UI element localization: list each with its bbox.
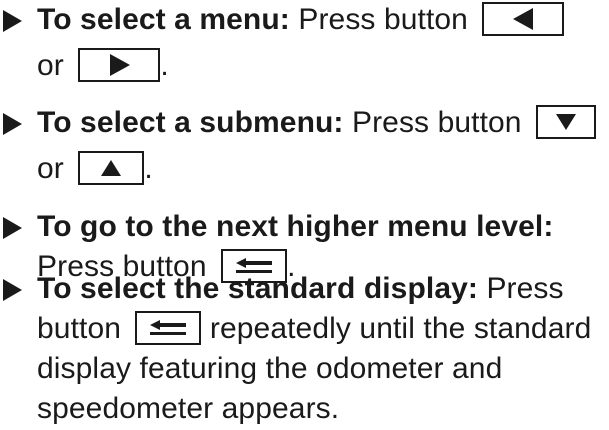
instruction-heading: To select a menu: bbox=[37, 3, 290, 36]
instruction-suffix: . bbox=[160, 49, 169, 82]
back-button bbox=[135, 311, 202, 345]
instruction-text: speedometer appears. bbox=[37, 392, 340, 425]
instruction-connector: or bbox=[37, 152, 64, 185]
instruction-text: button bbox=[37, 312, 122, 345]
right-arrow-button bbox=[78, 48, 161, 82]
instruction-connector: or bbox=[37, 49, 64, 82]
up-arrow-icon bbox=[101, 160, 122, 176]
instruction-text: Press bbox=[486, 272, 564, 305]
left-arrow-icon bbox=[513, 8, 534, 30]
instruction-page: To select a menu: Press button or . To s… bbox=[0, 0, 609, 430]
right-arrow-icon bbox=[110, 54, 131, 76]
triangle-bullet-icon bbox=[3, 279, 22, 301]
instruction-text: display featuring the odometer and bbox=[37, 352, 503, 385]
instruction-heading: To select the standard display: bbox=[37, 272, 478, 305]
triangle-bullet-icon bbox=[3, 10, 22, 32]
instruction-suffix: . bbox=[144, 152, 153, 185]
instruction-heading: To go to the next higher menu level: bbox=[37, 210, 554, 243]
back-icon bbox=[150, 320, 187, 335]
triangle-bullet-icon bbox=[3, 113, 22, 135]
triangle-bullet-icon bbox=[3, 217, 22, 239]
instruction-heading: To select a submenu: bbox=[37, 106, 344, 139]
left-arrow-button bbox=[482, 2, 565, 36]
down-arrow-button bbox=[536, 105, 597, 139]
instruction-text: Press button bbox=[351, 106, 522, 139]
instruction-text: repeatedly until the standard bbox=[209, 312, 592, 345]
instruction-text: Press button bbox=[298, 3, 468, 36]
up-arrow-button bbox=[78, 151, 145, 185]
down-arrow-icon bbox=[556, 114, 577, 130]
